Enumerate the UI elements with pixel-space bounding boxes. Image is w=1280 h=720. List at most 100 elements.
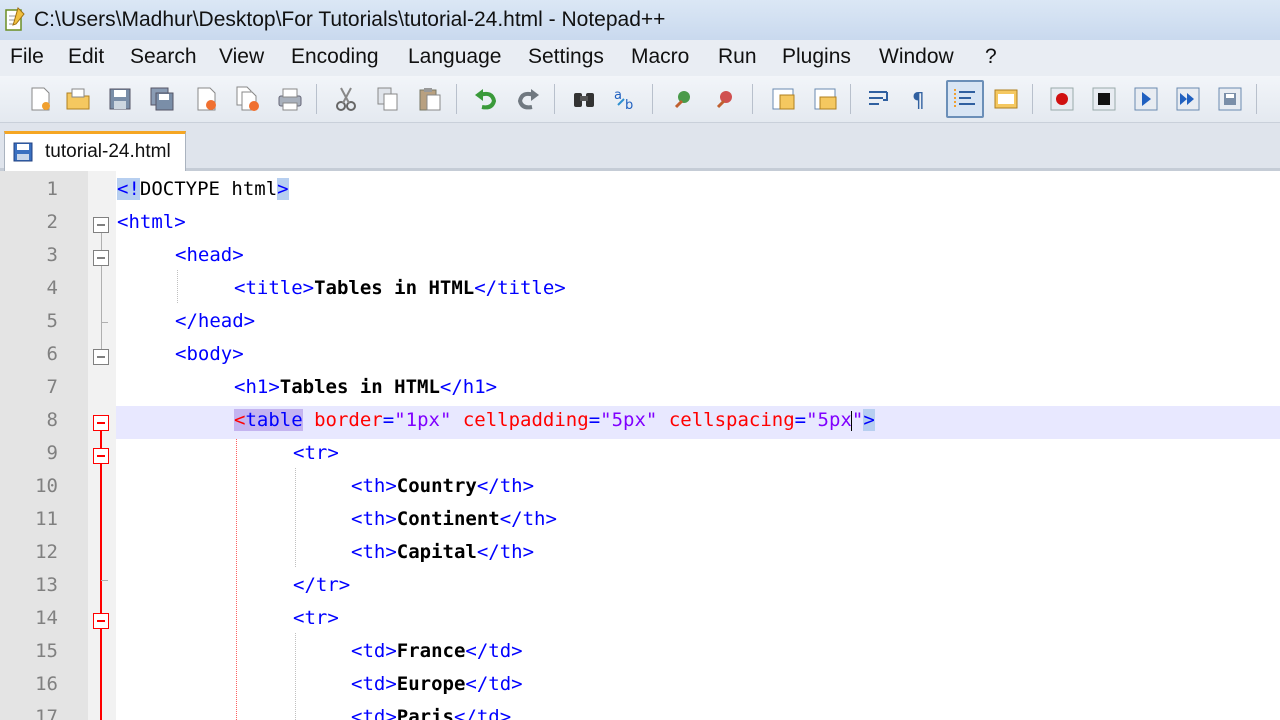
menu-view[interactable]: View [219,45,264,69]
new-file-icon[interactable] [22,81,58,117]
user-defined-lang-icon[interactable] [988,81,1024,117]
code-text: <th>Continent</th> [351,508,557,530]
zoom-in-icon[interactable] [666,81,702,117]
tab-bar: tutorial-24.html [0,123,1280,171]
code-line: 16 <td>Europe</td> [0,670,1280,703]
code-text: <tr> [293,607,339,629]
paste-icon[interactable] [412,81,448,117]
tab-tutorial-24[interactable]: tutorial-24.html [4,131,186,171]
code-text: <html> [117,211,186,233]
code-line: 15 <td>France</td> [0,637,1280,670]
code-text: <!DOCTYPE html> [117,178,289,200]
show-all-chars-icon[interactable]: ¶ [902,81,938,117]
save-macro-icon[interactable] [1212,81,1248,117]
code-text: <body> [175,343,244,365]
code-text: <title>Tables in HTML</title> [234,277,566,299]
menu-plugins[interactable]: Plugins [782,45,851,69]
save-icon[interactable] [102,81,138,117]
toolbar-separator [850,84,851,114]
code-line: 12 <th>Capital</th> [0,538,1280,571]
toolbar-separator [1256,84,1257,114]
run-macro-multiple-icon[interactable] [1170,81,1206,117]
sync-vertical-icon[interactable] [766,81,802,117]
toolbar-separator [1032,84,1033,114]
code-line: 8 <table border="1px" cellpadding="5px" … [0,406,1280,439]
code-line: 10 <th>Country</th> [0,472,1280,505]
record-macro-icon[interactable] [1044,81,1080,117]
code-text: <tr> [293,442,339,464]
line-number: 11 [35,508,58,530]
code-line: 9 <tr> [0,439,1280,472]
sync-horizontal-icon[interactable] [808,81,844,117]
replace-icon[interactable]: ab [608,81,644,117]
code-line: 14 <tr> [0,604,1280,637]
code-text: <td>Europe</td> [351,673,523,695]
toolbar-separator [752,84,753,114]
find-icon[interactable] [566,81,602,117]
close-icon[interactable] [188,81,224,117]
window-title: C:\Users\Madhur\Desktop\For Tutorials\tu… [34,8,666,31]
close-all-icon[interactable] [230,81,266,117]
toolbar-separator [316,84,317,114]
code-line: 1 <!DOCTYPE html> [0,175,1280,208]
line-number: 6 [46,343,58,365]
line-number: 8 [46,409,58,431]
code-text: <head> [175,244,244,266]
line-number: 9 [46,442,58,464]
code-line: 6 <body> [0,340,1280,373]
open-file-icon[interactable] [60,81,96,117]
menu-language[interactable]: Language [408,45,501,69]
code-text: <table border="1px" cellpadding="5px" ce… [234,409,875,431]
undo-icon[interactable] [468,81,504,117]
menu-search[interactable]: Search [130,45,197,69]
tab-label: tutorial-24.html [45,141,171,162]
cut-icon[interactable] [328,81,364,117]
code-text: </tr> [293,574,351,596]
code-text: <h1>Tables in HTML</h1> [234,376,498,398]
code-text: <th>Capital</th> [351,541,535,563]
line-number: 3 [46,244,58,266]
code-text: </head> [175,310,256,332]
line-number: 7 [46,376,58,398]
code-line: 11 <th>Continent</th> [0,505,1280,538]
menu-edit[interactable]: Edit [68,45,104,69]
line-number: 14 [35,607,58,629]
save-all-icon[interactable] [144,81,180,117]
svg-text:b: b [625,98,633,113]
code-editor[interactable]: 1 <!DOCTYPE html> 2 <html> 3 <head> 4 <t… [0,171,1280,720]
play-macro-icon[interactable] [1128,81,1164,117]
code-line: 17 <td>Paris</td> [0,703,1280,720]
menu-encoding[interactable]: Encoding [291,45,379,69]
zoom-out-icon[interactable] [708,81,744,117]
toolbar-separator [456,84,457,114]
menu-file[interactable]: File [10,45,44,69]
copy-icon[interactable] [370,81,406,117]
code-line: 7 <h1>Tables in HTML</h1> [0,373,1280,406]
print-icon[interactable] [272,81,308,117]
indent-guide-icon[interactable] [946,80,984,118]
code-line: 2 <html> [0,208,1280,241]
menu-help[interactable]: ? [985,45,997,69]
toolbar-separator [652,84,653,114]
menu-run[interactable]: Run [718,45,757,69]
line-number: 16 [35,673,58,695]
code-text: <th>Country</th> [351,475,535,497]
line-number: 10 [35,475,58,497]
line-number: 2 [46,211,58,233]
toolbar: ab ¶ [0,76,1280,123]
svg-text:a: a [614,88,622,103]
line-number: 1 [46,178,58,200]
line-number: 17 [35,706,58,720]
code-line: 13 </tr> [0,571,1280,604]
line-number: 12 [35,541,58,563]
line-number: 5 [46,310,58,332]
menu-bar: File Edit Search View Encoding Language … [0,40,1280,77]
line-number: 13 [35,574,58,596]
redo-icon[interactable] [510,81,546,117]
code-text: <td>Paris</td> [351,706,512,720]
stop-recording-icon[interactable] [1086,81,1122,117]
word-wrap-icon[interactable] [862,81,898,117]
menu-macro[interactable]: Macro [631,45,689,69]
menu-window[interactable]: Window [879,45,954,69]
menu-settings[interactable]: Settings [528,45,604,69]
